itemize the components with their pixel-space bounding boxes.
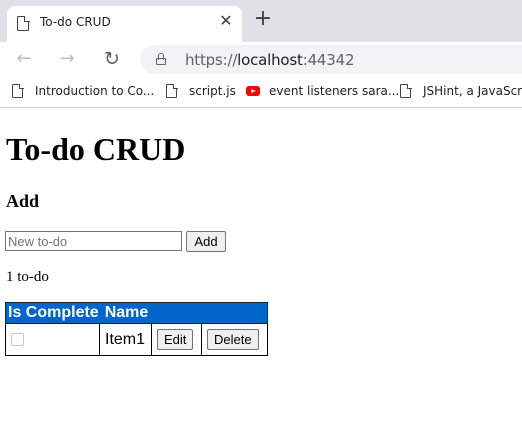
column-header-name: Name: [104, 304, 149, 321]
tab-strip: To-do CRUD ✕ +: [0, 0, 522, 42]
delete-button[interactable]: Delete: [207, 329, 259, 350]
bookmark-label: event listeners sara...: [269, 84, 400, 98]
table-header: Is Complete Name: [5, 302, 268, 324]
is-complete-cell: [5, 323, 100, 356]
reload-icon[interactable]: ↻: [100, 47, 124, 71]
edit-button[interactable]: Edit: [157, 329, 194, 350]
add-button[interactable]: Add: [186, 231, 226, 252]
name-cell: Item1: [99, 323, 152, 356]
document-icon: [17, 15, 30, 31]
bookmark-label: script.js: [189, 84, 236, 98]
column-header-is-complete: Is Complete: [8, 304, 99, 321]
url-host: localhost: [237, 51, 303, 69]
close-icon[interactable]: ✕: [218, 13, 234, 29]
table-header-row: Is Complete Name: [5, 302, 268, 324]
youtube-icon: [246, 86, 260, 96]
bookmarks-bar: Introduction to Co... script.js event li…: [0, 76, 522, 108]
browser-tab[interactable]: To-do CRUD ✕: [7, 6, 242, 42]
is-complete-checkbox[interactable]: [11, 333, 24, 346]
new-todo-input[interactable]: [5, 231, 182, 251]
document-icon: [400, 83, 412, 98]
bookmark-label: JSHint, a JavaScript: [423, 84, 522, 98]
add-heading: Add: [6, 191, 40, 211]
edit-cell: Edit: [151, 323, 202, 356]
bookmark-label: Introduction to Co...: [35, 84, 155, 98]
url-scheme: https://: [185, 51, 238, 69]
lock-icon[interactable]: [156, 53, 166, 65]
address-bar[interactable]: https://localhost:44342: [140, 45, 522, 74]
table-row: Item1 Edit Delete: [5, 323, 268, 356]
back-arrow-icon[interactable]: ←: [12, 47, 36, 71]
delete-cell: Delete: [201, 323, 268, 356]
todo-counter: 1 to-do: [6, 269, 49, 285]
new-tab-button[interactable]: +: [252, 8, 274, 30]
url-port: :44342: [302, 51, 355, 69]
todo-table: Is Complete Name Item1 Edit Delete: [5, 302, 268, 356]
browser-toolbar: ← → ↻ https://localhost:44342: [0, 42, 522, 76]
page-content: To-do CRUD Add Add 1 to-do Is Complete N…: [0, 109, 522, 441]
document-icon: [12, 83, 24, 98]
document-icon: [166, 83, 178, 98]
url-text[interactable]: https://localhost:44342: [185, 51, 354, 69]
page-title: To-do CRUD: [6, 131, 186, 167]
tab-title: To-do CRUD: [40, 15, 111, 29]
forward-arrow-icon[interactable]: →: [55, 47, 79, 71]
